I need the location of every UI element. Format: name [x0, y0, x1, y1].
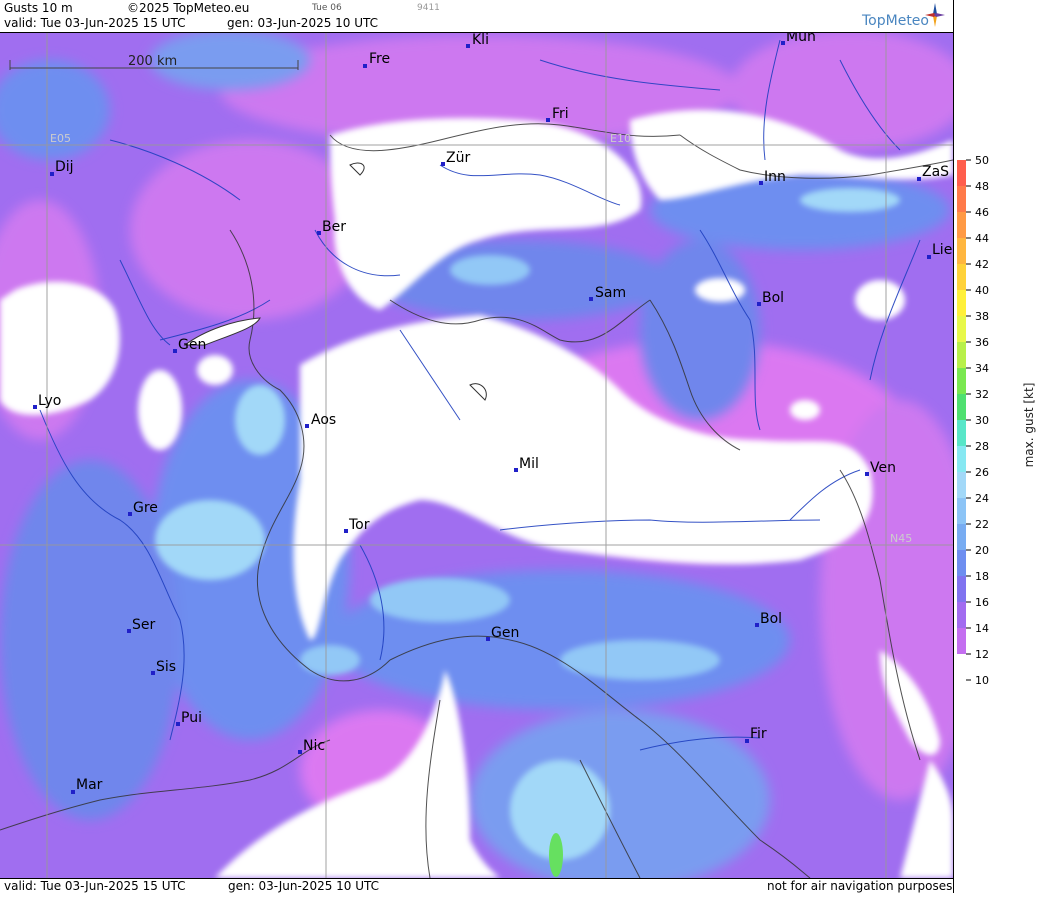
city-label: Fir	[750, 726, 767, 742]
city-label: Mar	[76, 777, 103, 793]
legend-tick-label: 22	[975, 518, 989, 531]
city-label: Sis	[156, 659, 176, 675]
footer-bar: valid: Tue 03-Jun-2025 15 UTC gen: 03-Ju…	[0, 878, 953, 894]
legend-tick-label: 12	[975, 648, 989, 661]
footer-valid-time: valid: Tue 03-Jun-2025 15 UTC	[4, 879, 186, 893]
lat-label-n45: N45	[890, 532, 912, 545]
legend-tick-label: 20	[975, 544, 989, 557]
legend-tick-label: 38	[975, 310, 989, 323]
city-label: Inn	[764, 169, 786, 185]
code-label: 9411	[417, 3, 440, 13]
legend-swatch	[957, 550, 966, 576]
legend-tick-label: 32	[975, 388, 989, 401]
legend-tick-label: 14	[975, 622, 989, 635]
city-label: Pui	[181, 710, 202, 726]
city-label: Ser	[132, 617, 156, 633]
valid-time: valid: Tue 03-Jun-2025 15 UTC	[4, 16, 186, 30]
legend-tick-label: 46	[975, 206, 989, 219]
legend-tick-label: 16	[975, 596, 989, 609]
legend-swatch	[957, 576, 966, 602]
product-title: Gusts 10 m	[4, 1, 73, 15]
peak-gust-spot	[549, 833, 563, 877]
legend-axis-label: max. gust [kt]	[1022, 383, 1036, 468]
legend-swatch	[957, 602, 966, 628]
legend-swatch	[957, 290, 966, 316]
city-label: Bol	[760, 611, 782, 627]
city-label: Ber	[322, 219, 346, 235]
city-label: Mün	[786, 33, 816, 45]
legend-tick-label: 30	[975, 414, 989, 427]
legend-swatch	[957, 316, 966, 342]
city-label: Sam	[595, 285, 626, 301]
legend-swatch	[957, 368, 966, 394]
legend-swatch	[957, 498, 966, 524]
legend-swatch	[957, 524, 966, 550]
legend-panel: 50 48 46 44 42 40 38 36 34 32 30 28 26 24 22 20 18 16 14 12…	[953, 0, 1045, 893]
city-label: ZaS	[922, 164, 949, 180]
legend-tick-label: 42	[975, 258, 989, 271]
city-label: Ven	[870, 460, 896, 476]
legend-swatch	[957, 212, 966, 238]
city-label: Nic	[303, 738, 325, 754]
day-label: Tue 06	[312, 3, 342, 13]
legend-swatch	[957, 446, 966, 472]
city-label: Aos	[311, 412, 336, 428]
gen-time: gen: 03-Jun-2025 10 UTC	[227, 16, 379, 30]
legend-swatch	[957, 628, 966, 654]
lon-label-e10: E10	[610, 132, 631, 145]
legend-tick-label: 26	[975, 466, 989, 479]
city-label: Gen	[178, 337, 206, 353]
city-label: Lyo	[38, 393, 61, 409]
city-label: Dij	[55, 159, 74, 175]
city-label: Gen	[491, 625, 519, 641]
legend-swatch	[957, 160, 966, 186]
legend-swatch	[957, 342, 966, 368]
city-label: Tor	[348, 517, 370, 533]
city-label: Bol	[762, 290, 784, 306]
legend-swatch	[957, 420, 966, 446]
legend-tick-label: 28	[975, 440, 989, 453]
legend-tick-label: 48	[975, 180, 989, 193]
legend-tick-label: 34	[975, 362, 989, 375]
legend-tick-label: 40	[975, 284, 989, 297]
legend-tick-label: 36	[975, 336, 989, 349]
legend-swatch	[957, 472, 966, 498]
city-label: Fri	[552, 106, 569, 122]
scale-bar-label: 200 km	[128, 54, 177, 69]
city-label: Kli	[472, 33, 489, 48]
legend-tick-label: 18	[975, 570, 989, 583]
city-label: Fre	[369, 51, 390, 67]
legend-tick-label: 44	[975, 232, 989, 245]
legend-tick-label: 50	[975, 154, 989, 167]
copyright: ©2025 TopMeteo.eu	[127, 1, 250, 15]
compass-logo-icon	[925, 3, 945, 27]
legend-swatch	[957, 264, 966, 290]
footer-gen-time: gen: 03-Jun-2025 10 UTC	[228, 879, 380, 893]
city-label: Zür	[446, 150, 470, 166]
gust-map: E05 E10 N45 200 km Kli Mün Fre Fri Dij Z…	[0, 33, 953, 878]
map-canvas: E05 E10 N45 200 km Kli Mün Fre Fri Dij Z…	[0, 33, 953, 878]
city-label: Mil	[519, 456, 539, 472]
header-bar: Gusts 10 m ©2025 TopMeteo.eu Tue 06 9411…	[0, 0, 953, 33]
city-label: Lie	[932, 242, 952, 258]
legend-tick-label: 10	[975, 674, 989, 687]
legend-tick-label: 24	[975, 492, 989, 505]
footer-disclaimer: not for air navigation purposes	[767, 879, 953, 893]
legend-swatch	[957, 238, 966, 264]
lon-label-e05: E05	[50, 132, 71, 145]
legend-swatch	[957, 394, 966, 420]
legend-colorbar: 50 48 46 44 42 40 38 36 34 32 30 28 26 24 22 20 18 16 14 12…	[957, 154, 1036, 687]
topmeteo-logo: TopMeteo	[862, 13, 929, 29]
legend-swatch	[957, 186, 966, 212]
city-label: Gre	[133, 500, 158, 516]
